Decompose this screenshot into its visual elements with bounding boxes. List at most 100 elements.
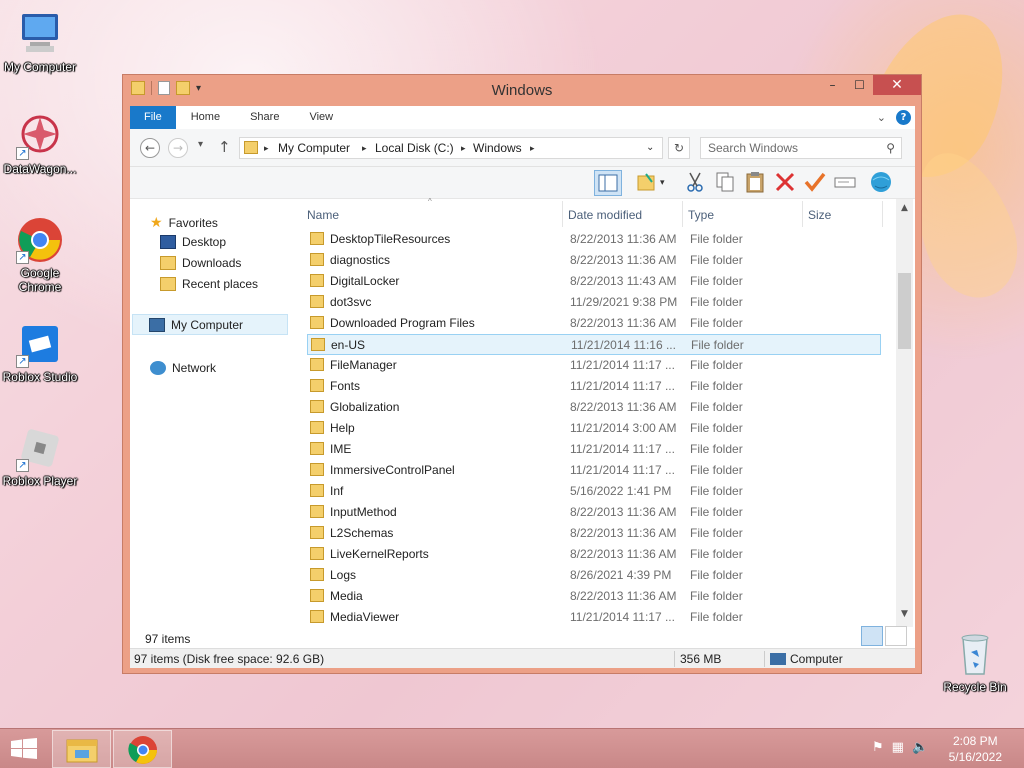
expand-ribbon-icon[interactable]: ⌄ (877, 111, 886, 124)
cut-icon[interactable] (682, 170, 710, 196)
nav-recent-places[interactable]: Recent places (160, 277, 258, 291)
column-divider[interactable] (882, 201, 883, 227)
breadcrumb-local-disk[interactable]: Local Disk (C:) (375, 138, 454, 158)
desktop-icon-roblox-player[interactable]: ↗ Roblox Player (0, 424, 80, 488)
tab-file[interactable]: File (130, 106, 176, 129)
taskbar-clock[interactable]: 2:08 PM 5/16/2022 (949, 733, 1002, 765)
volume-muted-icon[interactable]: 🔈 (912, 740, 928, 755)
table-row[interactable]: L2Schemas 8/22/2013 11:36 AM File folder (307, 523, 881, 544)
address-bar[interactable]: ▸ My Computer ▸ Local Disk (C:) ▸ Window… (239, 137, 663, 159)
scrollbar-thumb[interactable] (898, 273, 911, 349)
search-icon[interactable]: ⚲ (886, 138, 895, 158)
desktop-icon-recycle-bin[interactable]: Recycle Bin (935, 630, 1015, 694)
chrome-icon: ↗ (16, 216, 64, 264)
address-dropdown-icon[interactable]: ⌄ (646, 138, 654, 158)
nav-favorites[interactable]: ★ Favorites (150, 214, 218, 231)
column-divider[interactable] (682, 201, 683, 227)
nav-my-computer[interactable]: My Computer (132, 314, 288, 335)
column-header-name[interactable]: Name (307, 208, 339, 222)
table-row[interactable]: Inf 5/16/2022 1:41 PM File folder (307, 481, 881, 502)
forward-button[interactable]: → (168, 138, 188, 158)
column-divider[interactable] (562, 201, 563, 227)
table-row[interactable]: ImmersiveControlPanel 11/21/2014 11:17 ..… (307, 460, 881, 481)
preview-pane-button[interactable] (594, 170, 622, 196)
chevron-right-icon[interactable]: ▸ (264, 138, 269, 158)
globe-icon[interactable] (868, 170, 896, 196)
close-button[interactable]: ✕ (873, 75, 921, 95)
checkmark-icon[interactable] (802, 170, 830, 196)
folder-properties-icon[interactable] (634, 170, 662, 196)
table-row[interactable]: en-US 11/21/2014 11:16 ... File folder (307, 334, 881, 355)
large-icons-view-icon[interactable] (885, 626, 907, 646)
table-row[interactable]: Globalization 8/22/2013 11:36 AM File fold… (307, 397, 881, 418)
file-type: File folder (690, 274, 743, 288)
table-row[interactable]: InputMethod 8/22/2013 11:36 AM File folder (307, 502, 881, 523)
desktop-icon-roblox-studio[interactable]: ↗ Roblox Studio (0, 320, 80, 384)
search-input[interactable]: Search Windows ⚲ (700, 137, 902, 159)
file-type: File folder (690, 463, 743, 477)
file-type: File folder (690, 484, 743, 498)
table-row[interactable]: Media 8/22/2013 11:36 AM File folder (307, 586, 881, 607)
status-size: 356 MB (680, 652, 722, 666)
column-header-type[interactable]: Type (688, 208, 714, 222)
up-button[interactable]: ↑ (218, 138, 231, 156)
chevron-right-icon[interactable]: ▸ (362, 138, 367, 158)
column-header-date[interactable]: Date modified (568, 208, 642, 222)
table-row[interactable]: LiveKernelReports 8/22/2013 11:36 AM File … (307, 544, 881, 565)
desktop-icon-my-computer[interactable]: My Computer (0, 10, 80, 74)
maximize-button[interactable]: ☐ (846, 75, 873, 95)
vertical-scrollbar[interactable]: ▲ ▼ (896, 199, 913, 627)
breadcrumb-windows[interactable]: Windows (473, 138, 522, 158)
scroll-down-icon[interactable]: ▼ (896, 609, 913, 619)
title-bar[interactable]: ▾ Windows – ☐ ✕ (123, 75, 921, 105)
recent-locations-icon[interactable]: ▾ (198, 139, 203, 150)
file-date-modified: 11/29/2021 9:38 PM (570, 295, 678, 309)
chevron-right-icon[interactable]: ▸ (461, 138, 466, 158)
nav-label: Desktop (182, 235, 227, 249)
table-row[interactable]: Fonts 11/21/2014 11:17 ... File folder (307, 376, 881, 397)
table-row[interactable]: IME 11/21/2014 11:17 ... File folder (307, 439, 881, 460)
datawagon-icon: ↗ (16, 112, 64, 160)
column-header-size[interactable]: Size (808, 208, 831, 222)
minimize-button[interactable]: – (819, 75, 846, 95)
action-center-flag-icon[interactable]: ⚑ (872, 740, 884, 755)
shortcut-arrow-icon: ↗ (16, 147, 29, 160)
table-row[interactable]: diagnostics 8/22/2013 11:36 AM File folder (307, 250, 881, 271)
file-type: File folder (690, 442, 743, 456)
column-divider[interactable] (802, 201, 803, 227)
nav-downloads[interactable]: Downloads (160, 256, 241, 270)
table-row[interactable]: Downloaded Program Files 8/22/2013 11:36 … (307, 313, 881, 334)
table-row[interactable]: dot3svc 11/29/2021 9:38 PM File folder (307, 292, 881, 313)
back-button[interactable]: ← (140, 138, 160, 158)
file-type: File folder (690, 421, 743, 435)
taskbar-google-chrome[interactable] (113, 730, 172, 768)
table-row[interactable]: MediaViewer 11/21/2014 11:17 ... File fold… (307, 607, 881, 628)
delete-icon[interactable] (772, 170, 800, 196)
rename-icon[interactable] (832, 170, 860, 196)
table-row[interactable]: Help 11/21/2014 3:00 AM File folder (307, 418, 881, 439)
copy-icon[interactable] (712, 170, 740, 196)
tab-view[interactable]: View (294, 106, 348, 129)
tab-home[interactable]: Home (176, 106, 235, 129)
desktop-icon-datawagon[interactable]: ↗ DataWagon... (0, 112, 80, 176)
refresh-button[interactable]: ↻ (668, 137, 690, 159)
table-row[interactable]: DigitalLocker 8/22/2013 11:43 AM File fold… (307, 271, 881, 292)
nav-desktop[interactable]: Desktop (160, 235, 226, 249)
paste-icon[interactable] (742, 170, 770, 196)
network-tray-icon[interactable]: ▦ (892, 740, 904, 755)
tab-share[interactable]: Share (235, 106, 294, 129)
scroll-up-icon[interactable]: ▲ (896, 203, 913, 213)
taskbar-file-explorer[interactable] (52, 730, 111, 768)
file-type: File folder (690, 253, 743, 267)
table-row[interactable]: Logs 8/26/2021 4:39 PM File folder (307, 565, 881, 586)
details-view-icon[interactable] (861, 626, 883, 646)
chevron-right-icon[interactable]: ▸ (530, 138, 535, 158)
help-icon[interactable]: ? (896, 110, 911, 125)
table-row[interactable]: DesktopTileResources 8/22/2013 11:36 AM Fi… (307, 229, 881, 250)
breadcrumb-my-computer[interactable]: My Computer (278, 138, 350, 158)
desktop-icon-google-chrome[interactable]: ↗ Google Chrome (0, 216, 80, 294)
table-row[interactable]: FileManager 11/21/2014 11:17 ... File fold… (307, 355, 881, 376)
dropdown-icon[interactable]: ▾ (660, 170, 674, 196)
nav-network[interactable]: Network (150, 361, 216, 375)
start-button[interactable] (10, 738, 38, 760)
